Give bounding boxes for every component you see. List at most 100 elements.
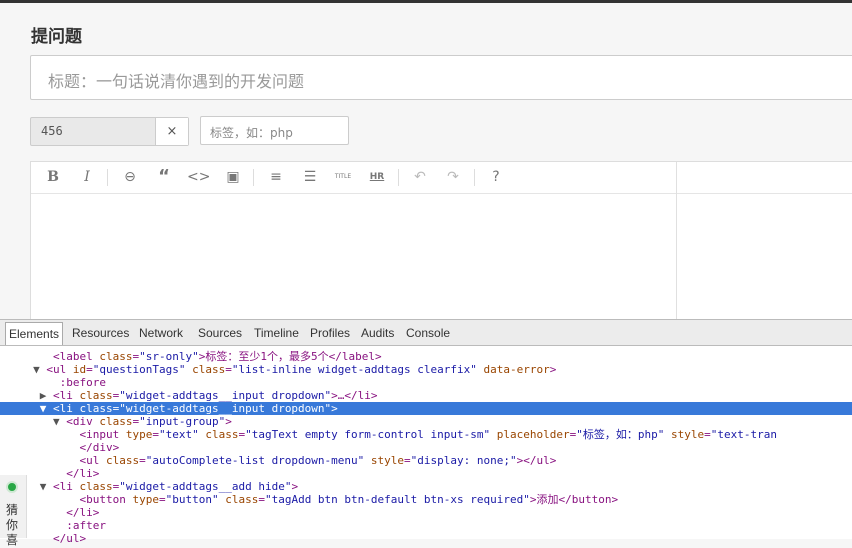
code-icon[interactable]: <>	[187, 167, 210, 187]
expand-triangle-icon	[66, 493, 79, 506]
attr-name: placeholder	[496, 428, 570, 441]
attr-name: class	[99, 415, 133, 428]
attr-value: "tagText empty form-control input-sm"	[245, 428, 491, 441]
dom-tree-node[interactable]: ▶ <li class="widget-addtags__input dropd…	[0, 389, 852, 402]
hr-icon[interactable]: HR	[366, 167, 388, 187]
attr-name: class	[225, 493, 259, 506]
tag-open: <li	[53, 389, 80, 402]
tab-console[interactable]: Console	[406, 326, 450, 340]
tab-timeline[interactable]: Timeline	[254, 326, 299, 340]
tag-input-placeholder: 标签，如：php	[210, 126, 293, 140]
tag-close: ></ul>	[516, 454, 557, 467]
equals: =	[86, 363, 93, 376]
attr-name: class	[192, 363, 226, 376]
equals: =	[704, 428, 711, 441]
tag-open: </div>	[79, 441, 120, 454]
link-icon[interactable]: ⊖	[119, 167, 141, 187]
tag-close: >	[549, 363, 557, 376]
tab-audits[interactable]: Audits	[361, 326, 394, 340]
equals: =	[225, 363, 232, 376]
tag-open: </li>	[66, 506, 100, 519]
dom-tree-node[interactable]: :before	[0, 376, 852, 389]
expand-triangle-icon	[53, 506, 66, 519]
expand-triangle-icon	[66, 454, 79, 467]
tab-resources[interactable]: Resources	[72, 326, 129, 340]
dom-tree-node[interactable]: :after	[0, 519, 852, 532]
italic-icon[interactable]: I	[76, 167, 98, 187]
tab-network[interactable]: Network	[139, 326, 183, 340]
tab-sources[interactable]: Sources	[198, 326, 242, 340]
tag-input[interactable]: 标签，如：php	[200, 116, 349, 145]
tag-open: <ul	[46, 363, 73, 376]
expand-triangle-icon	[40, 532, 53, 545]
devtools-tabbar: Elements Resources Network Sources Timel…	[0, 320, 852, 346]
attr-value: "questionTags"	[92, 363, 186, 376]
redo-icon[interactable]: ↷	[442, 167, 464, 187]
equals: =	[139, 454, 146, 467]
dom-tree-node[interactable]: </li>	[0, 506, 852, 519]
attr-name: class	[105, 454, 140, 467]
attr-name: class	[79, 402, 113, 415]
expand-triangle-icon	[46, 376, 59, 389]
toolbar-divider	[398, 169, 399, 186]
tag-open: </ul>	[53, 532, 87, 545]
dom-tree-node[interactable]: ▼ <div class="input-group">	[0, 415, 852, 428]
dom-tree-node[interactable]: </li>	[0, 467, 852, 480]
bold-icon[interactable]: B	[42, 167, 64, 187]
tag-close: >	[291, 480, 299, 493]
equals: =	[158, 493, 166, 506]
tab-elements[interactable]: Elements	[5, 322, 64, 345]
dom-tree-node[interactable]: <button type="button" class="tagAdd btn …	[0, 493, 852, 506]
attr-value: "widget-addtags__input dropdown"	[119, 389, 332, 402]
dom-tree-node[interactable]: <input type="text" class="tagText empty …	[0, 428, 852, 441]
attr-name: id	[72, 363, 87, 376]
quote-icon[interactable]: “	[153, 167, 175, 187]
tag-open: <input	[79, 428, 126, 441]
unordered-list-icon[interactable]: ☰	[299, 167, 321, 187]
remove-tag-button[interactable]: ×	[155, 118, 188, 145]
markdown-editor[interactable]: B I ⊖ “ <> ▣ ≡ ☰ TITLE HR ↶ ↷ ?	[30, 161, 852, 321]
dom-tree-node[interactable]: <label class="sr-only">标签：至少1个，最多5个</lab…	[0, 350, 852, 363]
ordered-list-icon[interactable]: ≡	[265, 167, 287, 187]
expand-triangle-icon	[66, 428, 79, 441]
expand-triangle-icon	[53, 467, 66, 480]
dom-tree-node[interactable]: <ul class="autoComplete-list dropdown-me…	[0, 454, 852, 467]
attr-name: style	[671, 428, 705, 441]
tag-close: >	[331, 402, 338, 415]
expand-triangle-icon: ▼	[52, 415, 67, 428]
dom-tree-node[interactable]: </div>	[0, 441, 852, 454]
help-icon[interactable]: ?	[485, 167, 507, 187]
dom-tree-node[interactable]: ▼ <li class="widget-addtags__add hide">	[0, 480, 852, 493]
top-bar	[0, 0, 852, 3]
tag-chip[interactable]: 456 ×	[30, 117, 189, 146]
tag-close: >…</li>	[331, 389, 378, 402]
tag-chip-value: 456	[41, 124, 63, 138]
dom-tree-node[interactable]: </ul>	[0, 532, 852, 545]
attr-name: style	[370, 454, 405, 467]
attr-name: type	[132, 493, 159, 506]
dom-tree-node[interactable]: ▼ <ul id="questionTags" class="list-inli…	[0, 363, 852, 376]
undo-icon[interactable]: ↶	[409, 167, 431, 187]
editor-toolbar: B I ⊖ “ <> ▣ ≡ ☰ TITLE HR ↶ ↷ ?	[31, 162, 852, 194]
image-icon[interactable]: ▣	[222, 167, 244, 187]
expand-triangle-icon: ▼	[33, 363, 47, 376]
equals: =	[258, 493, 265, 506]
attr-value: "text-tran	[710, 428, 777, 441]
tab-profiles[interactable]: Profiles	[310, 326, 350, 340]
tag-close: >标签：至少1个，最多5个</label>	[198, 350, 382, 363]
tag-open: <li	[53, 480, 80, 493]
guess-you-like-widget[interactable]: 猜你喜	[0, 475, 27, 547]
heading-icon[interactable]: TITLE	[332, 167, 354, 187]
toolbar-divider	[107, 169, 108, 186]
dom-tree-node[interactable]: ▼ <li class="widget-addtags__input dropd…	[0, 402, 852, 415]
attr-value: "tagAdd btn btn-default btn-xs required"	[264, 493, 530, 506]
title-placeholder: 标题：一句话说清你遇到的开发问题	[48, 72, 305, 91]
tag-close: >添加</button>	[529, 493, 619, 506]
question-title-input[interactable]: 标题：一句话说清你遇到的开发问题	[30, 55, 852, 100]
attr-name: class	[99, 350, 133, 363]
